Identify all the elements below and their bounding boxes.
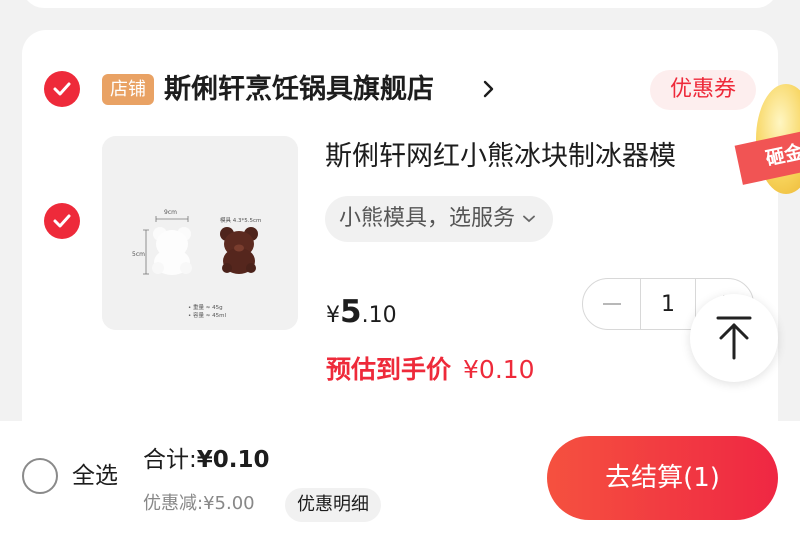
estimated-price: 预估到手价 ¥0.10 [326, 350, 535, 386]
width-label: 9cm [164, 209, 177, 216]
product-image[interactable]: 9cm 5cm 模具 4.3*5.5cm • 重量 ≈ 45g • 容量 ≈ 4… [102, 136, 298, 330]
quantity-value[interactable]: 1 [640, 279, 696, 329]
height-label: 5cm [132, 251, 145, 258]
previous-card [22, 0, 778, 8]
check-icon [53, 82, 71, 96]
estimated-price-label: 预估到手价 [326, 355, 452, 384]
spec-label: 小熊模具，选服务 [339, 206, 516, 231]
product-title[interactable]: 斯俐轩网红小熊冰块制冰器模 [325, 138, 730, 178]
discount-text: 优惠减:¥5.00 [143, 493, 255, 514]
minus-icon [602, 303, 621, 305]
checkout-button[interactable]: 去结算(1) [547, 436, 778, 520]
decrease-button[interactable] [583, 279, 640, 329]
weight-note: • 重量 ≈ 45g [188, 303, 223, 311]
price-decimal: .10 [361, 303, 397, 328]
total-label: 合计: [143, 447, 197, 473]
price-integer: 5 [340, 294, 362, 330]
select-all-checkbox[interactable] [22, 458, 58, 494]
store-name[interactable]: 斯俐轩烹饪锅具旗舰店 [164, 70, 434, 110]
arrow-to-top-icon [716, 316, 752, 360]
price-symbol: ¥ [326, 303, 340, 328]
size-label: 模具 4.3*5.5cm [220, 216, 261, 224]
chevron-down-icon [523, 215, 535, 223]
discount-detail-button[interactable]: 优惠明细 [285, 488, 381, 522]
capacity-note: • 容量 ≈ 45ml [188, 311, 226, 319]
bear-mold-illustration: 9cm 5cm 模具 4.3*5.5cm • 重量 ≈ 45g • 容量 ≈ 4… [102, 136, 298, 330]
estimated-price-value: ¥0.10 [463, 355, 535, 384]
item-select-checkbox[interactable] [44, 203, 80, 239]
total-value: ¥0.10 [196, 447, 270, 473]
chevron-right-icon[interactable] [482, 78, 496, 100]
store-select-checkbox[interactable] [44, 71, 80, 107]
product-price: ¥5.10 [326, 294, 397, 330]
total: 合计:¥0.10 [143, 443, 270, 477]
spec-selector[interactable]: 小熊模具，选服务 [325, 196, 554, 242]
select-all-label[interactable]: 全选 [72, 459, 118, 493]
back-to-top-button[interactable] [690, 294, 778, 382]
coupon-button[interactable]: 优惠券 [650, 70, 756, 110]
check-icon [53, 214, 71, 228]
store-tag: 店铺 [102, 74, 154, 105]
